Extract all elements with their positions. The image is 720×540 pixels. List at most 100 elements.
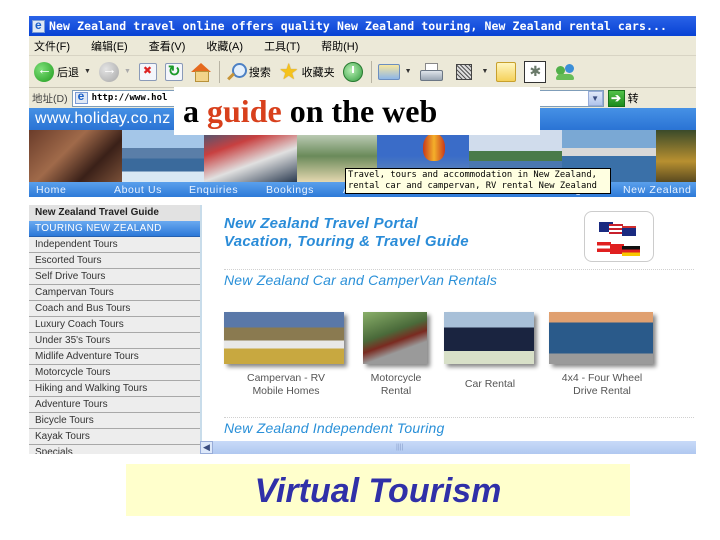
messenger-icon [554, 62, 576, 82]
photo-whale [122, 130, 204, 182]
rental-tile-campervan[interactable]: Campervan - RV Mobile Homes [224, 312, 348, 398]
car-image[interactable] [444, 312, 534, 364]
sidebar-item-motorcycle-tours[interactable]: Motorcycle Tours [29, 365, 200, 381]
scroll-grip[interactable]: |||| [396, 444, 403, 451]
favorites-button[interactable]: ★ 收藏夹 [278, 58, 335, 84]
messenger-button[interactable] [554, 62, 576, 82]
scroll-left-icon[interactable]: ◀ [200, 441, 213, 454]
history-icon [342, 61, 363, 82]
banner-accent-word: guide [207, 93, 282, 129]
sidebar-item-independent-tours[interactable]: Independent Tours [29, 237, 200, 253]
sidebar-item-campervan-tours[interactable]: Campervan Tours [29, 285, 200, 301]
sidebar-item-self-drive-tours[interactable]: Self Drive Tours [29, 269, 200, 285]
dotted-divider [224, 269, 694, 270]
horizontal-scrollbar[interactable]: ◀ |||| [200, 441, 696, 454]
rentals-heading[interactable]: New Zealand Car and CamperVan Rentals [224, 272, 497, 288]
go-button[interactable]: ➔ [607, 89, 625, 107]
rental-tile-motorcycle[interactable]: Motorcycle Rental [363, 312, 429, 398]
main-content: New Zealand Travel Portal Vacation, Tour… [200, 205, 696, 441]
campervan-image[interactable] [224, 312, 344, 364]
sidebar-item-bicycle-tours[interactable]: Bicycle Tours [29, 413, 200, 429]
tooltip: Travel, tours and accommodation in New Z… [345, 168, 611, 194]
rental-caption: Motorcycle Rental [370, 372, 422, 397]
notes-button[interactable] [496, 61, 517, 82]
star-icon: ★ [278, 58, 299, 84]
sidebar-item-under-35s-tours[interactable]: Under 35's Tours [29, 333, 200, 349]
menu-view[interactable]: 查看(V) [149, 38, 186, 54]
menu-favorites[interactable]: 收藏(A) [206, 38, 243, 54]
guide-banner: a guide on the web [174, 87, 540, 135]
photo-maori-greeting [29, 130, 122, 182]
sidebar-item-escorted-tours[interactable]: Escorted Tours [29, 253, 200, 269]
sidebar-item-touring-nz[interactable]: TOURING NEW ZEALAND [29, 221, 200, 237]
nav-about-us[interactable]: About Us [114, 184, 162, 196]
search-icon [226, 62, 247, 82]
go-label[interactable]: 转 [628, 90, 639, 106]
sidebar-item-hiking-walking-tours[interactable]: Hiking and Walking Tours [29, 381, 200, 397]
menu-bar: 文件(F) 编辑(E) 查看(V) 收藏(A) 工具(T) 帮助(H) [29, 36, 696, 56]
nav-home[interactable]: Home [36, 184, 66, 196]
home-icon [190, 62, 211, 82]
touring-heading[interactable]: New Zealand Independent Touring [224, 420, 445, 436]
forward-button[interactable]: ▼ [98, 61, 131, 82]
flag-germany-icon[interactable] [622, 246, 640, 256]
ie-page-icon [32, 18, 45, 33]
print-button[interactable] [419, 62, 443, 81]
flag-usa-icon[interactable] [609, 224, 623, 234]
search-button[interactable]: 搜索 [226, 62, 271, 82]
rental-tile-car[interactable]: Car Rental [444, 312, 536, 391]
stop-icon [138, 62, 157, 81]
rental-tile-4x4[interactable]: 4x4 - Four Wheel Drive Rental [549, 312, 655, 398]
motorcycle-image[interactable] [363, 312, 427, 364]
menu-file[interactable]: 文件(F) [34, 38, 70, 54]
tooltip-line-1: Travel, tours and accommodation in New Z… [348, 170, 597, 180]
back-button[interactable]: 后退 ▼ [34, 61, 91, 82]
rental-caption: Car Rental [464, 378, 516, 390]
flag-austria-icon[interactable] [597, 242, 611, 252]
sidebar-item-luxury-coach-tours[interactable]: Luxury Coach Tours [29, 317, 200, 333]
dotted-divider [224, 417, 694, 418]
slide: New Zealand travel online offers quality… [0, 0, 720, 540]
sidebar-item-midlife-adventure-tours[interactable]: Midlife Adventure Tours [29, 349, 200, 365]
chevron-down-icon[interactable]: ▼ [84, 68, 91, 75]
stop-button[interactable] [138, 62, 157, 81]
portal-title: New Zealand Travel Portal Vacation, Tour… [224, 215, 469, 251]
discuss-icon [524, 60, 547, 83]
forward-arrow-icon [98, 61, 119, 82]
chevron-down-icon[interactable]: ▼ [405, 68, 412, 75]
menu-help[interactable]: 帮助(H) [321, 38, 358, 54]
refresh-button[interactable] [164, 62, 183, 81]
search-label: 搜索 [248, 66, 271, 79]
chevron-down-icon[interactable]: ▼ [482, 68, 489, 75]
toolbar-separator [370, 60, 372, 83]
back-label: 后退 [57, 66, 79, 79]
history-button[interactable] [342, 61, 363, 82]
nav-bookings[interactable]: Bookings [266, 184, 314, 196]
menu-tools[interactable]: 工具(T) [264, 38, 300, 54]
sidebar: New Zealand Travel Guide TOURING NEW ZEA… [29, 205, 200, 454]
web-page: www.holiday.co.nz Home About Us Enquirie… [29, 108, 696, 454]
nav-new-zealand[interactable]: New Zealand [623, 184, 691, 196]
sidebar-item-adventure-tours[interactable]: Adventure Tours [29, 397, 200, 413]
menu-edit[interactable]: 编辑(E) [91, 38, 128, 54]
printer-icon [419, 62, 443, 81]
home-button[interactable] [190, 62, 211, 82]
chevron-down-icon[interactable]: ▼ [124, 68, 131, 75]
sidebar-item-kayak-tours[interactable]: Kayak Tours [29, 429, 200, 445]
sidebar-item-specials[interactable]: Specials [29, 445, 200, 454]
sidebar-item-coach-bus-tours[interactable]: Coach and Bus Tours [29, 301, 200, 317]
address-label: 地址(D) [32, 92, 68, 105]
toolbar-separator [218, 60, 220, 83]
language-selector [584, 211, 654, 262]
nav-enquiries[interactable]: Enquiries [189, 184, 238, 196]
address-dropdown-icon[interactable]: ▼ [587, 90, 603, 106]
photo-jetboat [204, 130, 297, 182]
photo-fountain [656, 130, 696, 182]
mail-button[interactable]: ▼ [377, 63, 412, 80]
4x4-image[interactable] [549, 312, 653, 364]
flag-uk-icon[interactable] [622, 226, 636, 236]
discuss-button[interactable] [524, 60, 547, 83]
portal-title-line-2: Vacation, Touring & Travel Guide [224, 233, 469, 250]
edit-button[interactable]: ▼ [455, 63, 489, 80]
page-icon [74, 89, 88, 104]
